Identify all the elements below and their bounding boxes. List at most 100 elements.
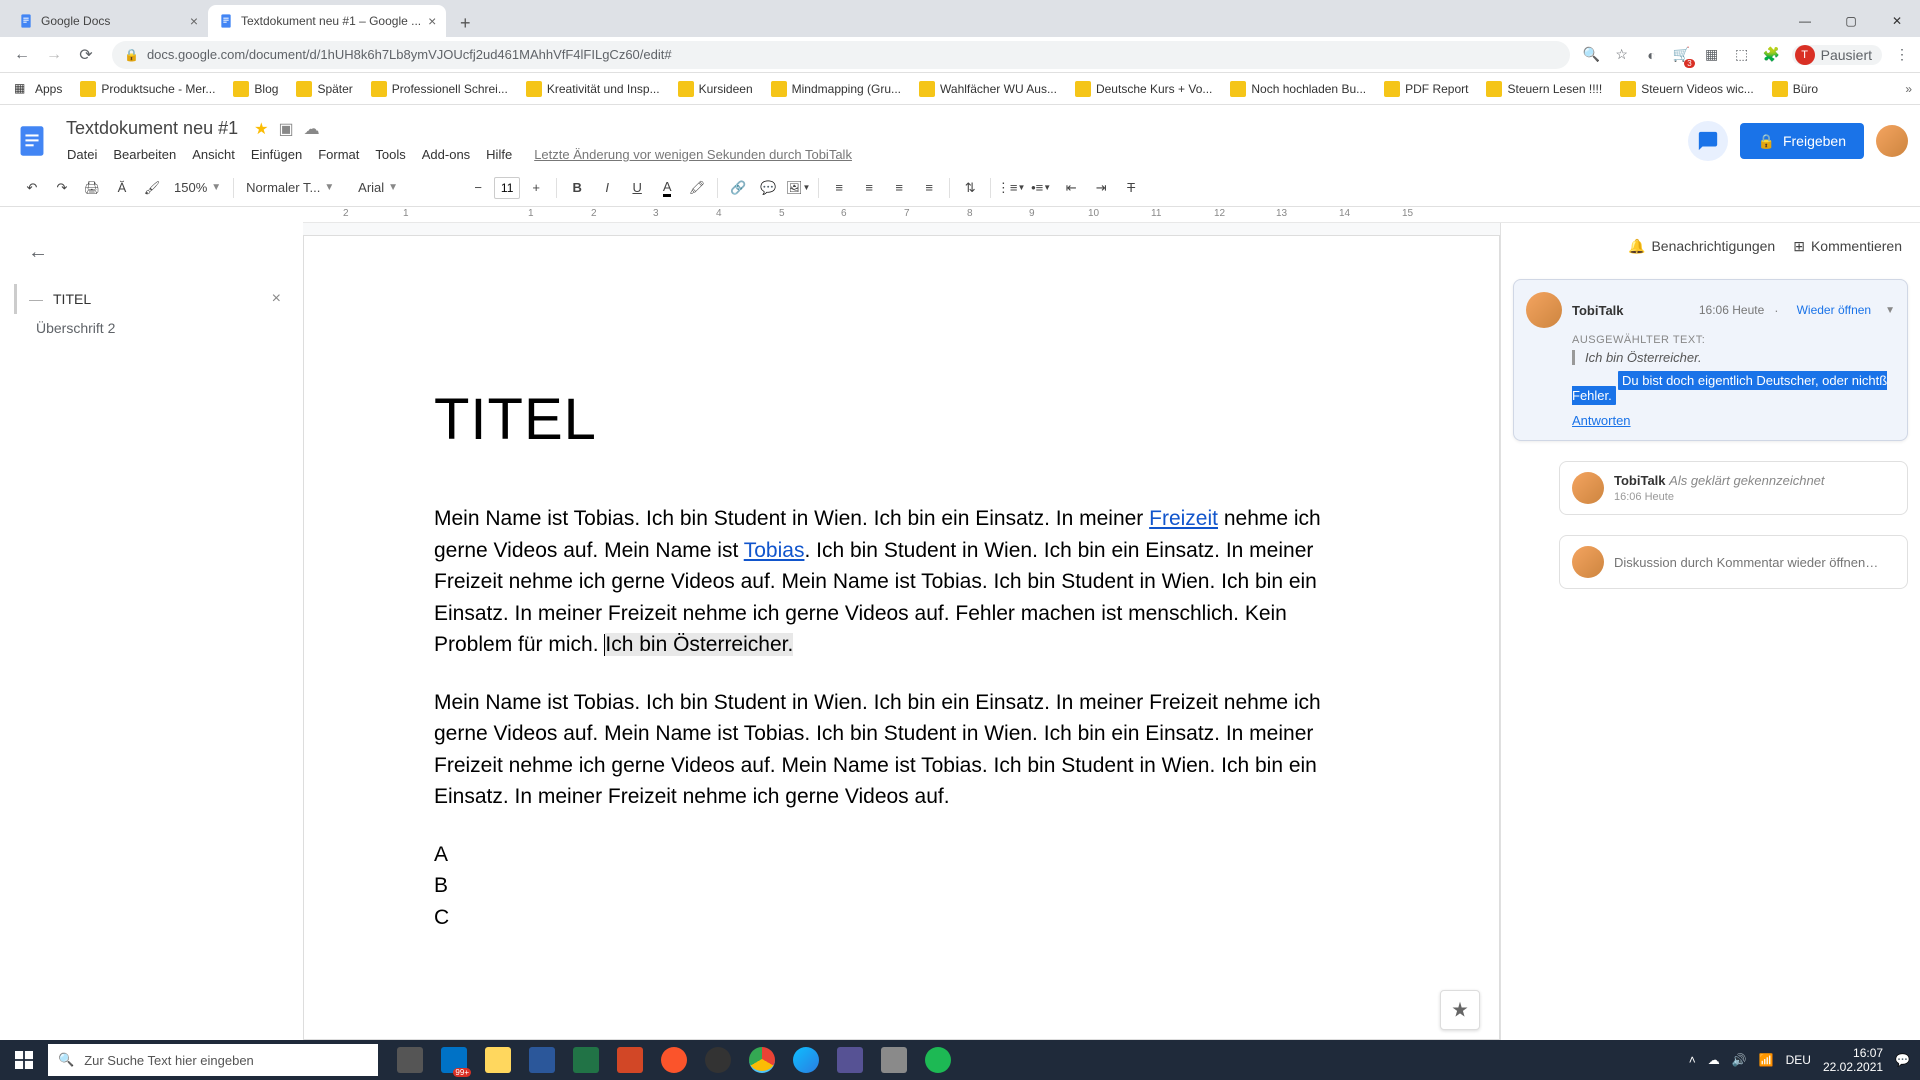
reply-box[interactable] [1559,535,1908,589]
docs-logo[interactable] [12,121,52,161]
undo-button[interactable]: ↶ [18,174,46,202]
paint-format-button[interactable]: 🖌 [138,174,166,202]
comment-history-button[interactable] [1688,121,1728,161]
new-tab-button[interactable]: + [451,9,479,37]
print-button[interactable]: 🖨 [78,174,106,202]
italic-button[interactable]: I [593,174,621,202]
redo-button[interactable]: ↷ [48,174,76,202]
extension-icon[interactable]: ◐ [1642,45,1662,65]
spellcheck-button[interactable]: Ă [108,174,136,202]
bookmark[interactable]: Steuern Videos wic... [1614,77,1760,101]
apps-button[interactable]: ▦Apps [8,77,68,101]
bookmark[interactable]: Blog [227,77,284,101]
align-justify-button[interactable]: ≡ [915,174,943,202]
wifi-icon[interactable]: 📶 [1759,1053,1774,1067]
minimize-button[interactable]: — [1782,5,1828,37]
text-color-button[interactable]: A [653,174,681,202]
bookmark[interactable]: Professionell Schrei... [365,77,514,101]
menu-icon[interactable]: ⋮ [1892,45,1912,65]
user-avatar[interactable] [1876,125,1908,157]
bookmark[interactable]: Büro [1766,77,1824,101]
close-icon[interactable]: × [190,13,198,29]
taskbar-clock[interactable]: 16:07 22.02.2021 [1823,1046,1883,1075]
font-select[interactable]: Arial▼ [352,175,462,201]
bulleted-list-button[interactable]: •≡▼ [1027,174,1055,202]
bookmark[interactable]: PDF Report [1378,77,1474,101]
app-button[interactable] [872,1040,916,1080]
reply-input[interactable] [1614,555,1895,570]
resolved-card[interactable]: TobiTalk Als geklärt gekennzeichnet 16:0… [1559,461,1908,515]
forward-button[interactable]: → [40,41,68,69]
menu-help[interactable]: Hilfe [479,143,519,166]
decrease-font-button[interactable]: − [464,174,492,202]
star-icon[interactable]: ☆ [1612,45,1632,65]
menu-view[interactable]: Ansicht [185,143,242,166]
menu-insert[interactable]: Einfügen [244,143,309,166]
star-icon[interactable]: ★ [254,119,268,139]
reload-button[interactable]: ⟳ [72,41,100,69]
obs-app-button[interactable] [696,1040,740,1080]
word-app-button[interactable] [520,1040,564,1080]
menu-format[interactable]: Format [311,143,366,166]
close-window-button[interactable]: ✕ [1874,5,1920,37]
close-icon[interactable]: × [272,290,281,308]
increase-font-button[interactable]: + [522,174,550,202]
volume-icon[interactable]: 🔊 [1732,1053,1747,1067]
insert-image-button[interactable]: 🖼▼ [784,174,812,202]
zoom-select[interactable]: 150%▼ [168,175,227,201]
close-icon[interactable]: × [428,13,436,29]
notifications-button[interactable]: 🔔 Benachrichtigungen [1628,238,1775,255]
bookmark[interactable]: Steuern Lesen !!!! [1480,77,1608,101]
puzzle-icon[interactable]: 🧩 [1762,45,1782,65]
browser-tab-active[interactable]: Textdokument neu #1 – Google ... × [208,5,446,37]
profile-button[interactable]: T Pausiert [1792,45,1882,65]
cloud-icon[interactable]: ☁ [304,119,320,139]
chrome-app-button[interactable] [740,1040,784,1080]
bookmark[interactable]: Mindmapping (Gru... [765,77,907,101]
outline-item[interactable]: Überschrift 2 [14,314,289,342]
reply-link[interactable]: Antworten [1572,413,1631,428]
notifications-icon[interactable]: 💬 [1895,1053,1910,1067]
bookmark-overflow[interactable]: » [1905,82,1912,96]
task-view-button[interactable] [388,1040,432,1080]
edge-app-button[interactable] [784,1040,828,1080]
bold-button[interactable]: B [563,174,591,202]
maximize-button[interactable]: ▢ [1828,5,1874,37]
reopen-link[interactable]: Wieder öffnen [1797,303,1872,317]
link[interactable]: Tobias [744,539,805,562]
highlight-button[interactable]: 🖍 [683,174,711,202]
language-indicator[interactable]: DEU [1786,1053,1811,1067]
url-input[interactable]: 🔒 docs.google.com/document/d/1hUH8k6h7Lb… [112,41,1570,69]
insert-comment-button[interactable]: 💬 [754,174,782,202]
line-spacing-button[interactable]: ⇅ [956,174,984,202]
link[interactable]: Freizeit [1149,507,1218,530]
extension-icon[interactable]: ⬚ [1732,45,1752,65]
mail-app-button[interactable]: 99+ [432,1040,476,1080]
align-center-button[interactable]: ≡ [855,174,883,202]
underline-button[interactable]: U [623,174,651,202]
explore-button[interactable] [1440,990,1480,1030]
start-button[interactable] [0,1040,48,1080]
bookmark[interactable]: Noch hochladen Bu... [1224,77,1372,101]
menu-file[interactable]: Datei [60,143,104,166]
zoom-icon[interactable]: 🔍 [1582,45,1602,65]
align-right-button[interactable]: ≡ [885,174,913,202]
share-button[interactable]: 🔒 Freigeben [1740,123,1864,159]
bookmark[interactable]: Kursideen [672,77,759,101]
move-icon[interactable]: ▣ [278,119,293,139]
clear-format-button[interactable]: T [1117,174,1145,202]
insert-link-button[interactable]: 🔗 [724,174,752,202]
spotify-app-button[interactable] [916,1040,960,1080]
document-page[interactable]: TITEL Mein Name ist Tobias. Ich bin Stud… [303,235,1500,1040]
document-canvas[interactable]: TITEL Mein Name ist Tobias. Ich bin Stud… [303,223,1500,1040]
numbered-list-button[interactable]: ⋮≡▼ [997,174,1025,202]
brave-app-button[interactable] [652,1040,696,1080]
comment-card[interactable]: TobiTalk 16:06 Heute · Wieder öffnen ▼ A… [1513,279,1908,441]
bookmark[interactable]: Deutsche Kurs + Vo... [1069,77,1218,101]
commented-text[interactable]: Ich bin Österreicher. [605,633,793,656]
extension-icon[interactable]: 🛒3 [1672,45,1692,65]
ruler[interactable]: 2 1 1 2 3 4 5 6 7 8 9 10 11 12 13 14 15 [303,207,1920,223]
chevron-down-icon[interactable]: ▼ [1885,305,1895,316]
menu-tools[interactable]: Tools [368,143,412,166]
outline-item[interactable]: — TITEL × [14,284,289,314]
